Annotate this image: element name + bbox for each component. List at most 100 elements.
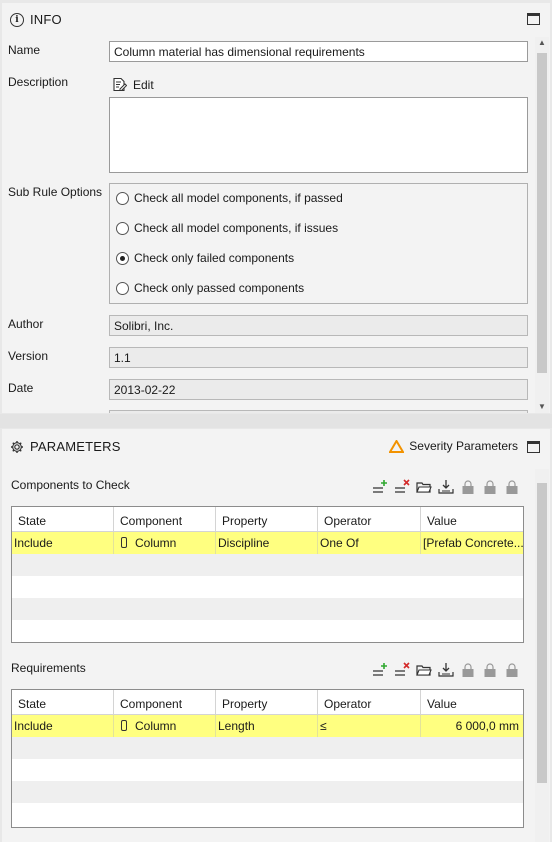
radio-option-1[interactable]: Check all model components, if passed: [116, 191, 343, 205]
radio-option-2[interactable]: Check all model components, if issues: [116, 221, 338, 235]
name-label: Name: [8, 43, 41, 57]
empty-row: [12, 781, 523, 803]
empty-row: [12, 803, 523, 825]
column-header-state[interactable]: State: [12, 690, 114, 714]
cell-value[interactable]: [Prefab Concrete...: [421, 532, 523, 554]
table-row[interactable]: Include Column Discipline One Of [Prefab…: [12, 532, 523, 554]
empty-row: [12, 620, 523, 642]
table-header: State Component Property Operator Value: [12, 507, 523, 532]
severity-parameters-button[interactable]: Severity Parameters: [389, 439, 518, 453]
cell-value[interactable]: 6 000,0 mm: [421, 715, 523, 737]
column-header-property[interactable]: Property: [216, 507, 318, 531]
empty-row: [12, 554, 523, 576]
radio-label: Check only passed components: [134, 281, 305, 295]
requirements-title: Requirements: [11, 661, 86, 675]
parameters-scrollbar[interactable]: [535, 469, 549, 842]
radio-option-4[interactable]: Check only passed components: [116, 281, 304, 295]
maximize-icon[interactable]: [527, 13, 540, 25]
open-folder-icon[interactable]: [416, 479, 432, 495]
info-header: i INFO: [2, 3, 550, 35]
edit-label: Edit: [133, 77, 154, 92]
empty-row: [12, 737, 523, 759]
cell-component[interactable]: Column: [114, 532, 216, 554]
lock-icon: [462, 663, 474, 677]
cell-operator[interactable]: ≤: [318, 715, 421, 737]
maximize-icon[interactable]: [527, 441, 540, 453]
description-field[interactable]: [109, 97, 528, 173]
requirements-toolbar: [372, 662, 520, 678]
add-row-icon[interactable]: [372, 662, 388, 678]
author-field: Solibri, Inc.: [109, 315, 528, 336]
cell-component[interactable]: Column: [114, 715, 216, 737]
components-to-check-title: Components to Check: [11, 478, 130, 492]
lock-icon: [462, 480, 474, 494]
column-header-operator[interactable]: Operator: [318, 690, 421, 714]
column-header-operator[interactable]: Operator: [318, 507, 421, 531]
column-header-component[interactable]: Component: [114, 690, 216, 714]
column-header-component[interactable]: Component: [114, 507, 216, 531]
column-header-value[interactable]: Value: [421, 507, 523, 531]
download-icon[interactable]: [438, 662, 454, 678]
radio-button-selected[interactable]: [116, 251, 129, 265]
column-header-property[interactable]: Property: [216, 690, 318, 714]
radio-button[interactable]: [116, 191, 129, 205]
name-field[interactable]: Column material has dimensional requirem…: [109, 41, 528, 62]
info-icon: i: [10, 12, 24, 27]
radio-label: Check all model components, if issues: [134, 221, 339, 235]
requirements-table: State Component Property Operator Value …: [11, 689, 524, 828]
scroll-thumb[interactable]: [537, 53, 547, 373]
version-label: Version: [8, 349, 49, 363]
date-label: Date: [8, 381, 34, 395]
lock-icon: [484, 480, 496, 494]
components-toolbar: [372, 479, 520, 495]
radio-label: Check only failed components: [134, 251, 295, 265]
date-field: 2013-02-22: [109, 379, 528, 400]
cell-component-label: Column: [135, 719, 177, 733]
empty-row: [12, 598, 523, 620]
scroll-down-icon[interactable]: ▼: [535, 401, 549, 413]
description-label: Description: [8, 75, 69, 89]
version-field: 1.1: [109, 347, 528, 368]
open-folder-icon[interactable]: [416, 662, 432, 678]
cell-component-label: Column: [135, 536, 177, 550]
column-header-state[interactable]: State: [12, 507, 114, 531]
cell-property[interactable]: Discipline: [216, 532, 318, 554]
cell-state[interactable]: Include: [12, 532, 114, 554]
info-title: INFO: [30, 12, 62, 27]
column-icon: [121, 537, 127, 548]
scroll-up-icon[interactable]: ▲: [535, 37, 549, 49]
warning-triangle-icon: [389, 439, 405, 453]
empty-row: [12, 759, 523, 781]
radio-label: Check all model components, if passed: [134, 191, 343, 205]
table-row[interactable]: Include Column Length ≤ 6 000,0 mm: [12, 715, 523, 737]
author-label: Author: [8, 317, 44, 331]
info-scrollbar[interactable]: ▲ ▼: [535, 37, 549, 413]
parameters-panel: PARAMETERS Severity Parameters Component…: [2, 429, 550, 842]
radio-option-3[interactable]: Check only failed components: [116, 251, 294, 265]
remove-row-icon[interactable]: [394, 479, 410, 495]
info-panel: i INFO Name Column material has dimensio…: [2, 3, 550, 413]
edit-icon: [113, 77, 127, 92]
column-header-value[interactable]: Value: [421, 690, 523, 714]
severity-parameters-label: Severity Parameters: [409, 439, 518, 453]
cell-property[interactable]: Length: [216, 715, 318, 737]
components-table: State Component Property Operator Value …: [11, 506, 524, 643]
lock-icon: [484, 663, 496, 677]
radio-button[interactable]: [116, 221, 129, 235]
edit-button[interactable]: Edit: [112, 77, 154, 92]
lock-icon: [506, 663, 518, 677]
radio-button[interactable]: [116, 281, 129, 295]
table-header: State Component Property Operator Value: [12, 690, 523, 715]
sub-rule-options-label: Sub Rule Options: [8, 185, 103, 199]
panel-splitter[interactable]: [0, 414, 552, 428]
column-icon: [121, 720, 127, 731]
next-field-partial: [109, 410, 528, 413]
cell-state[interactable]: Include: [12, 715, 114, 737]
scroll-thumb[interactable]: [537, 483, 547, 783]
remove-row-icon[interactable]: [394, 662, 410, 678]
add-row-icon[interactable]: [372, 479, 388, 495]
empty-row: [12, 576, 523, 598]
sub-rule-options-group: Check all model components, if passed Ch…: [109, 183, 528, 304]
download-icon[interactable]: [438, 479, 454, 495]
cell-operator[interactable]: One Of: [318, 532, 421, 554]
